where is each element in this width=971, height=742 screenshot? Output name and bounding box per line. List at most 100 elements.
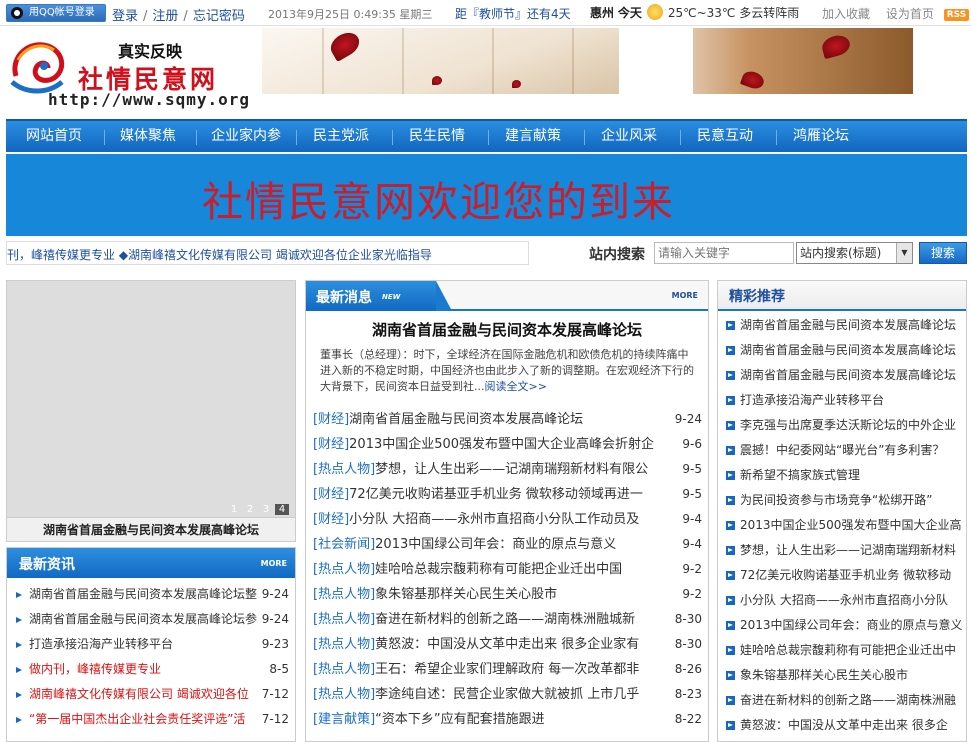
list-item-title[interactable]: 湖南省首届金融与民间资本发展高峰论坛 xyxy=(740,343,956,357)
list-item-title[interactable]: 李途纯自述：民营企业家做大就被抓 上市几乎 xyxy=(375,687,639,702)
more-link[interactable]: MORE xyxy=(261,559,287,568)
list-item[interactable]: 湖南省首届金融与民间资本发展高峰论坛 xyxy=(718,313,966,338)
list-item[interactable]: 72亿美元收购诺基亚手机业务 微软移动 xyxy=(718,563,966,588)
list-item[interactable]: 做内刊，峰禧传媒更专业 8-5 xyxy=(7,657,295,682)
list-item[interactable]: [热点人物]象朱镕基那样关心民生关心股市 9-2 xyxy=(306,582,708,607)
list-item[interactable]: [建言献策]“资本下乡”应有配套措施跟进 8-22 xyxy=(306,707,708,732)
list-item-title[interactable]: 小分队 大招商——永州市直招商小分队 xyxy=(740,593,948,607)
slide-number[interactable]: 1 xyxy=(227,504,241,515)
photo-slideshow[interactable]: 1234 湖南省首届金融与民间资本发展高峰论坛 xyxy=(6,280,296,542)
list-item[interactable]: 2013中国企业500强发布暨中国大企业高 xyxy=(718,513,966,538)
list-item-title[interactable]: 2013中国绿公司年会：商业的原点与意义 xyxy=(375,537,616,552)
nav-public-interaction[interactable]: 民意互动 xyxy=(697,121,753,152)
nav-enterprise-showcase[interactable]: 企业风采 xyxy=(601,121,657,152)
nav-forum[interactable]: 鸿雁论坛 xyxy=(793,121,849,152)
list-item[interactable]: 湖南峰禧文化传媒有限公司 竭诚欢迎各位 7-12 xyxy=(7,682,295,707)
list-item-title[interactable]: 梦想，让人生出彩——记湖南瑞翔新材料 xyxy=(740,543,956,557)
category-tag[interactable]: [财经] xyxy=(313,487,349,502)
list-item[interactable]: 梦想，让人生出彩——记湖南瑞翔新材料 xyxy=(718,538,966,563)
news-ticker[interactable]: 刊，峰禧传媒更专业 ◆湖南峰禧文化传媒有限公司 竭诚欢迎各位企业家光临指导 xyxy=(6,241,529,265)
list-item-title[interactable]: 2013中国企业500强发布暨中国大企业高 xyxy=(740,518,961,532)
add-bookmark-link[interactable]: 加入收藏 xyxy=(822,7,870,21)
list-item[interactable]: [财经]湖南省首届金融与民间资本发展高峰论坛 9-24 xyxy=(306,407,708,432)
list-item[interactable]: [财经]2013中国企业500强发布暨中国大企业高峰会折射企 9-6 xyxy=(306,432,708,457)
list-item[interactable]: 李克强与出席夏季达沃斯论坛的中外企业 xyxy=(718,413,966,438)
category-tag[interactable]: [财经] xyxy=(313,412,349,427)
site-logo[interactable]: 真实反映 社情民意网 http://www.sqmy.org xyxy=(6,32,258,112)
list-item-title[interactable]: 2013中国企业500强发布暨中国大企业高峰会折射企 xyxy=(349,437,654,452)
list-item-title[interactable]: 湖南省首届金融与民间资本发展高峰论坛整 xyxy=(29,582,257,607)
list-item-title[interactable]: “资本下乡”应有配套措施跟进 xyxy=(375,712,544,727)
category-tag[interactable]: [建言献策] xyxy=(313,712,375,727)
list-item-title[interactable]: 娃哈哈总裁宗馥莉称有可能把企业迁出中 xyxy=(740,643,956,657)
list-item-title[interactable]: 打造承接沿海产业转移平台 xyxy=(29,632,257,657)
category-tag[interactable]: [热点人物] xyxy=(313,462,375,477)
nav-democratic-parties[interactable]: 民主党派 xyxy=(313,121,369,152)
list-item[interactable]: 打造承接沿海产业转移平台 9-23 xyxy=(7,632,295,657)
category-tag[interactable]: [社会新闻] xyxy=(313,537,375,552)
list-item[interactable]: [热点人物]奋进在新材料的创新之路——湖南株洲融城新 8-30 xyxy=(306,607,708,632)
qq-login-button[interactable]: 用QQ帐号登录 xyxy=(6,4,106,22)
list-item[interactable]: 娃哈哈总裁宗馥莉称有可能把企业迁出中 xyxy=(718,638,966,663)
list-item[interactable]: [财经]72亿美元收购诺基亚手机业务 微软移动领域再进一 9-5 xyxy=(306,482,708,507)
search-scope-select[interactable]: 站内搜索(标题) ▼ xyxy=(796,242,913,264)
category-tag[interactable]: [热点人物] xyxy=(313,562,375,577)
list-item-title[interactable]: 2013中国绿公司年会：商业的原点与意义 xyxy=(740,618,963,632)
list-item-title[interactable]: 新希望不搞家族式管理 xyxy=(740,468,860,482)
list-item-title[interactable]: 为民间投资参与市场竞争“松绑开路” xyxy=(740,493,932,507)
slide-caption[interactable]: 湖南省首届金融与民间资本发展高峰论坛 xyxy=(7,517,295,541)
slide-number[interactable]: 2 xyxy=(243,504,257,515)
nav-suggestions[interactable]: 建言献策 xyxy=(505,121,561,152)
list-item[interactable]: 新希望不搞家族式管理 xyxy=(718,463,966,488)
list-item[interactable]: [热点人物]梦想，让人生出彩——记湖南瑞翔新材料有限公 9-5 xyxy=(306,457,708,482)
category-tag[interactable]: [热点人物] xyxy=(313,662,375,677)
list-item[interactable]: 2013中国绿公司年会：商业的原点与意义 xyxy=(718,613,966,638)
list-item-title[interactable]: 象朱镕基那样关心民生关心股市 xyxy=(375,587,557,602)
category-tag[interactable]: [热点人物] xyxy=(313,637,375,652)
nav-livelihood[interactable]: 民生民情 xyxy=(409,121,465,152)
slide-number[interactable]: 3 xyxy=(259,504,273,515)
register-link[interactable]: 注册 xyxy=(152,9,178,24)
list-item-title[interactable]: 72亿美元收购诺基亚手机业务 微软移动 xyxy=(740,568,951,582)
list-item[interactable]: 小分队 大招商——永州市直招商小分队 xyxy=(718,588,966,613)
list-item-title[interactable]: 震撼！中纪委网站“曝光台”有多利害？ xyxy=(740,443,944,457)
slide-number-active[interactable]: 4 xyxy=(275,504,289,515)
list-item-title[interactable]: 黄怒波：中国没从文革中走出来 很多企 xyxy=(740,718,948,732)
list-item[interactable]: 震撼！中纪委网站“曝光台”有多利害？ xyxy=(718,438,966,463)
list-item[interactable]: 湖南省首届金融与民间资本发展高峰论坛 xyxy=(718,363,966,388)
list-item-title[interactable]: 娃哈哈总裁宗馥莉称有可能把企业迁出中国 xyxy=(375,562,622,577)
list-item-title[interactable]: 湖南省首届金融与民间资本发展高峰论坛 xyxy=(349,412,583,427)
header-banner[interactable] xyxy=(262,28,913,94)
forgot-password-link[interactable]: 忘记密码 xyxy=(193,9,245,24)
list-item[interactable]: 象朱镕基那样关心民生关心股市 xyxy=(718,663,966,688)
headline-link[interactable]: 湖南省首届金融与民间资本发展高峰论坛 xyxy=(306,319,708,340)
list-item[interactable]: [财经]小分队 大招商——永州市直招商小分队工作动员及 9-4 xyxy=(306,507,708,532)
list-item-title[interactable]: 湖南峰禧文化传媒有限公司 竭诚欢迎各位 xyxy=(29,682,257,707)
list-item-title[interactable]: “第一届中国杰出企业社会责任奖评选”活 xyxy=(29,707,257,732)
list-item-title[interactable]: 梦想，让人生出彩——记湖南瑞翔新材料有限公 xyxy=(375,462,648,477)
list-item[interactable]: 湖南省首届金融与民间资本发展高峰论坛 xyxy=(718,338,966,363)
more-link[interactable]: MORE xyxy=(672,291,698,300)
list-item[interactable]: 湖南省首届金融与民间资本发展高峰论坛参 9-24 xyxy=(7,607,295,632)
latest-news-tab[interactable]: 最新消息 NEW xyxy=(306,281,452,311)
category-tag[interactable]: [财经] xyxy=(313,437,349,452)
list-item[interactable]: [热点人物]黄怒波：中国没从文革中走出来 很多企业家有 8-30 xyxy=(306,632,708,657)
list-item-title[interactable]: 奋进在新材料的创新之路——湖南株洲融城新 xyxy=(375,612,635,627)
list-item[interactable]: [社会新闻]2013中国绿公司年会：商业的原点与意义 9-4 xyxy=(306,532,708,557)
list-item[interactable]: 黄怒波：中国没从文革中走出来 很多企 xyxy=(718,713,966,738)
category-tag[interactable]: [热点人物] xyxy=(313,612,375,627)
nav-home[interactable]: 网站首页 xyxy=(26,121,82,152)
search-button[interactable]: 搜索 xyxy=(919,242,967,264)
rss-icon[interactable]: RSS xyxy=(943,9,970,21)
list-item[interactable]: [热点人物]娃哈哈总裁宗馥莉称有可能把企业迁出中国 9-2 xyxy=(306,557,708,582)
category-tag[interactable]: [财经] xyxy=(313,512,349,527)
list-item-title[interactable]: 湖南省首届金融与民间资本发展高峰论坛 xyxy=(740,318,956,332)
list-item-title[interactable]: 象朱镕基那样关心民生关心股市 xyxy=(740,668,908,682)
list-item-title[interactable]: 小分队 大招商——永州市直招商小分队工作动员及 xyxy=(349,512,639,527)
list-item[interactable]: [热点人物]李途纯自述：民营企业家做大就被抓 上市几乎 8-23 xyxy=(306,682,708,707)
list-item[interactable]: “第一届中国杰出企业社会责任奖评选”活 7-12 xyxy=(7,707,295,732)
set-homepage-link[interactable]: 设为首页 xyxy=(886,7,934,21)
read-all-link[interactable]: 阅读全文>> xyxy=(485,380,547,393)
list-item[interactable]: 奋进在新材料的创新之路——湖南株洲融 xyxy=(718,688,966,713)
list-item-title[interactable]: 湖南省首届金融与民间资本发展高峰论坛参 xyxy=(29,607,257,632)
